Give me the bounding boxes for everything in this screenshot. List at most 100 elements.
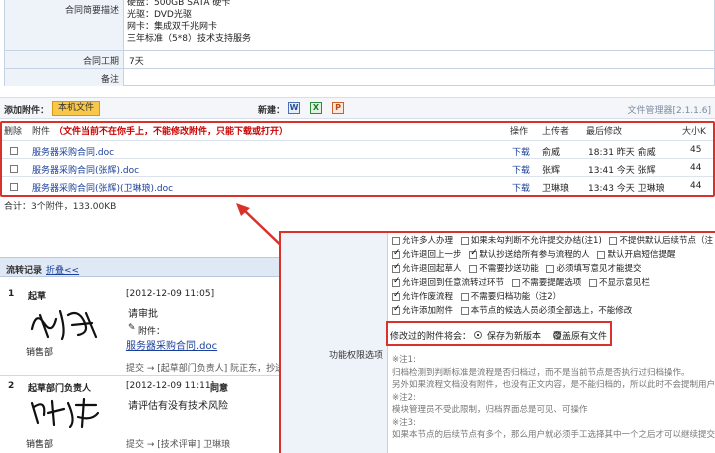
add-attachment-label: 添加附件： [4,106,50,116]
attachment-row: 服务器采购合同(张辉)(卫琳琅).doc 下载 卫琳琅 13:43 今天 卫琳琅… [2,176,713,194]
summary-label: 合同简要描述 [64,6,119,16]
options-section-label: 功能权限选项 [328,351,383,361]
row-checkbox[interactable] [10,182,18,191]
option-checkbox[interactable] [511,278,520,287]
col-action: 操作 [510,127,529,137]
option-label: 不需要提醒选项 [521,278,582,288]
period-label-cell: 合同工期 [5,51,124,68]
option-checkbox[interactable] [392,290,401,301]
flow-entry-comment: 请审批 [128,309,158,320]
file-manager-version: 文件管理器[2.1.1.6] [627,106,711,116]
modify-label: 修改过的附件将会： [390,332,472,342]
option-checkbox[interactable] [392,248,401,259]
option-label: 允许退回上一步 [402,250,462,260]
note-line: 如果本节点的后续节点有多个，那么用户就必须手工选择其中一个之后才可以继续提交 [392,430,715,440]
note-line: ※注1: [392,355,416,365]
collapse-link[interactable]: 折叠<< [46,263,79,276]
attachment-link[interactable]: 服务器采购合同(张辉)(卫琳琅).doc [32,181,173,194]
options-label-cell: 功能权限选项 [281,233,388,453]
option-label: 允许多人办理 [402,236,454,246]
download-link[interactable]: 下载 [512,163,530,176]
attachment-row: 服务器采购合同(张辉).doc 下载 张辉 13:41 今天 张辉 44 [2,158,713,176]
option-checkbox[interactable] [460,306,469,315]
option-checkbox[interactable] [392,236,400,245]
summary-line: 网卡：集成双千兆网卡 [127,22,218,32]
new-word-doc-icon[interactable]: W [288,102,300,114]
option-checkbox[interactable] [597,250,606,259]
download-link[interactable]: 下载 [512,145,530,158]
option-label: 不提供默认后续节点（注 [619,236,713,246]
signature-image-icon [30,309,98,341]
signature-image-icon [30,397,100,429]
option-row: 允许作废流程 不需要归档功能（注2） [392,290,566,302]
option-checkbox[interactable] [460,292,469,301]
flow-panel: 流转记录 折叠<< 1 起草 销售部 [2012-12-09 11:05] 请审… [0,257,293,453]
option-checkbox[interactable] [392,262,401,273]
option-checkbox[interactable] [392,276,401,287]
summary-line: 光驱：DVD光驱 [127,10,192,20]
contract-form: 合同简要描述 硬盘：500GB SATA 硬卡 光驱：DVD光驱 网卡：集成双千… [4,0,715,86]
remark-label-cell: 备注 [5,69,124,86]
option-checkbox[interactable] [392,304,401,315]
flow-entry-attach-link[interactable]: 服务器采购合同.doc [126,337,217,352]
option-label: 允许添加附件 [402,306,454,316]
option-row: 允许退回起草人 不需要抄送功能 必须填写意见才能提交 [392,262,646,274]
option-notes: ※注1: 归档检测到判断标准是流程是否归档过，而不是当前节点是否执行过归档操作。… [392,354,715,442]
flow-entry-comment: 请评估有没有技术风险 [128,401,228,412]
summary-value: 硬盘：500GB SATA 硬卡 光驱：DVD光驱 网卡：集成双千兆网卡 三年标… [127,0,707,45]
row-checkbox[interactable] [10,146,18,155]
option-checkbox[interactable] [460,236,469,245]
new-ppt-icon[interactable]: P [332,102,344,114]
size: 44 [690,181,702,191]
option-label: 不需要归档功能（注2） [470,292,562,302]
option-label: 允许退回到任意流转过环节 [402,278,505,288]
modified: 13:43 今天 卫琳琅 [588,184,665,194]
option-label: 默认抄送给所有参与流程的人 [479,250,590,260]
modified: 13:41 今天 张辉 [588,166,656,176]
option-checkbox[interactable] [609,236,618,245]
flow-entry-dept: 销售部 [26,440,54,450]
flow-entry-time: [2012-12-09 11:11] [126,381,215,391]
uploader: 张辉 [542,166,561,176]
option-checkbox[interactable] [469,248,478,259]
uploader: 卫琳琅 [542,184,570,194]
save-new-version-radio[interactable] [474,330,482,339]
option-label: 本节点的候选人员必须全部选上，不能修改 [470,306,633,316]
col-size: 大小K [682,127,706,137]
overwrite-file-label: 覆盖原有文件 [553,332,608,342]
option-label: 允许退回起草人 [402,264,462,274]
new-excel-icon[interactable]: X [310,102,322,114]
option-row: 允许退回上一步 默认抄送给所有参与流程的人 默认开启短信提醒 [392,248,680,260]
uploader: 俞威 [542,148,561,158]
local-file-button-label: 本机文件 [57,103,94,113]
period-value: 7天 [129,57,144,67]
col-attachment: 附件 [32,127,51,137]
attachment-link[interactable]: 服务器采购合同(张辉).doc [32,163,139,176]
option-row: 允许添加附件 本节点的候选人员必须全部选上，不能修改 [392,304,637,316]
attachment-link[interactable]: 服务器采购合同.doc [32,145,114,158]
option-label: 必须填写意见才能提交 [556,264,642,274]
attachment-warning: （文件当前不在你手上，不能修改附件，只能下载或打开） [54,127,289,137]
option-checkbox[interactable] [546,264,555,273]
modify-attachment-box: 修改过的附件将会： 保存为新版本 覆盖原有文件 [386,321,612,346]
flow-title: 流转记录 [6,266,43,276]
note-line: 归档检测到判断标准是流程是否归档过，而不是当前节点是否执行过归档操作。 [392,367,690,378]
summary-line: 三年标准（5*8）技术支持服务 [127,34,251,44]
flow-entry-attach-label: 附件： [138,327,166,337]
option-checkbox[interactable] [469,264,478,273]
attachment-total: 合计：3个附件，133.00KB [4,202,117,212]
attachment-header: 删除 附件 （文件当前不在你手上，不能修改附件，只能下载或打开） 操作 上传者 … [2,124,713,137]
size: 44 [690,163,702,173]
local-file-button[interactable]: 本机文件 [52,101,100,116]
download-link[interactable]: 下载 [512,181,530,194]
option-label: 不需要抄送功能 [479,264,539,274]
flow-entry-status: 同意 [210,384,229,394]
option-row: 允许多人办理 如果未勾判断不允许提交办结(注1) 不提供默认后续节点（注 [392,234,715,246]
option-label: 允许作废流程 [402,292,454,302]
row-checkbox[interactable] [10,164,18,173]
summary-label-cell: 合同简要描述 [5,0,124,50]
option-checkbox[interactable] [588,278,597,287]
flow-entry-submit: 提交 → [技术评审] 卫琳琅 [126,440,231,450]
flow-entry-dept: 销售部 [26,348,54,358]
attachment-clip-icon: ✎ [128,323,136,333]
